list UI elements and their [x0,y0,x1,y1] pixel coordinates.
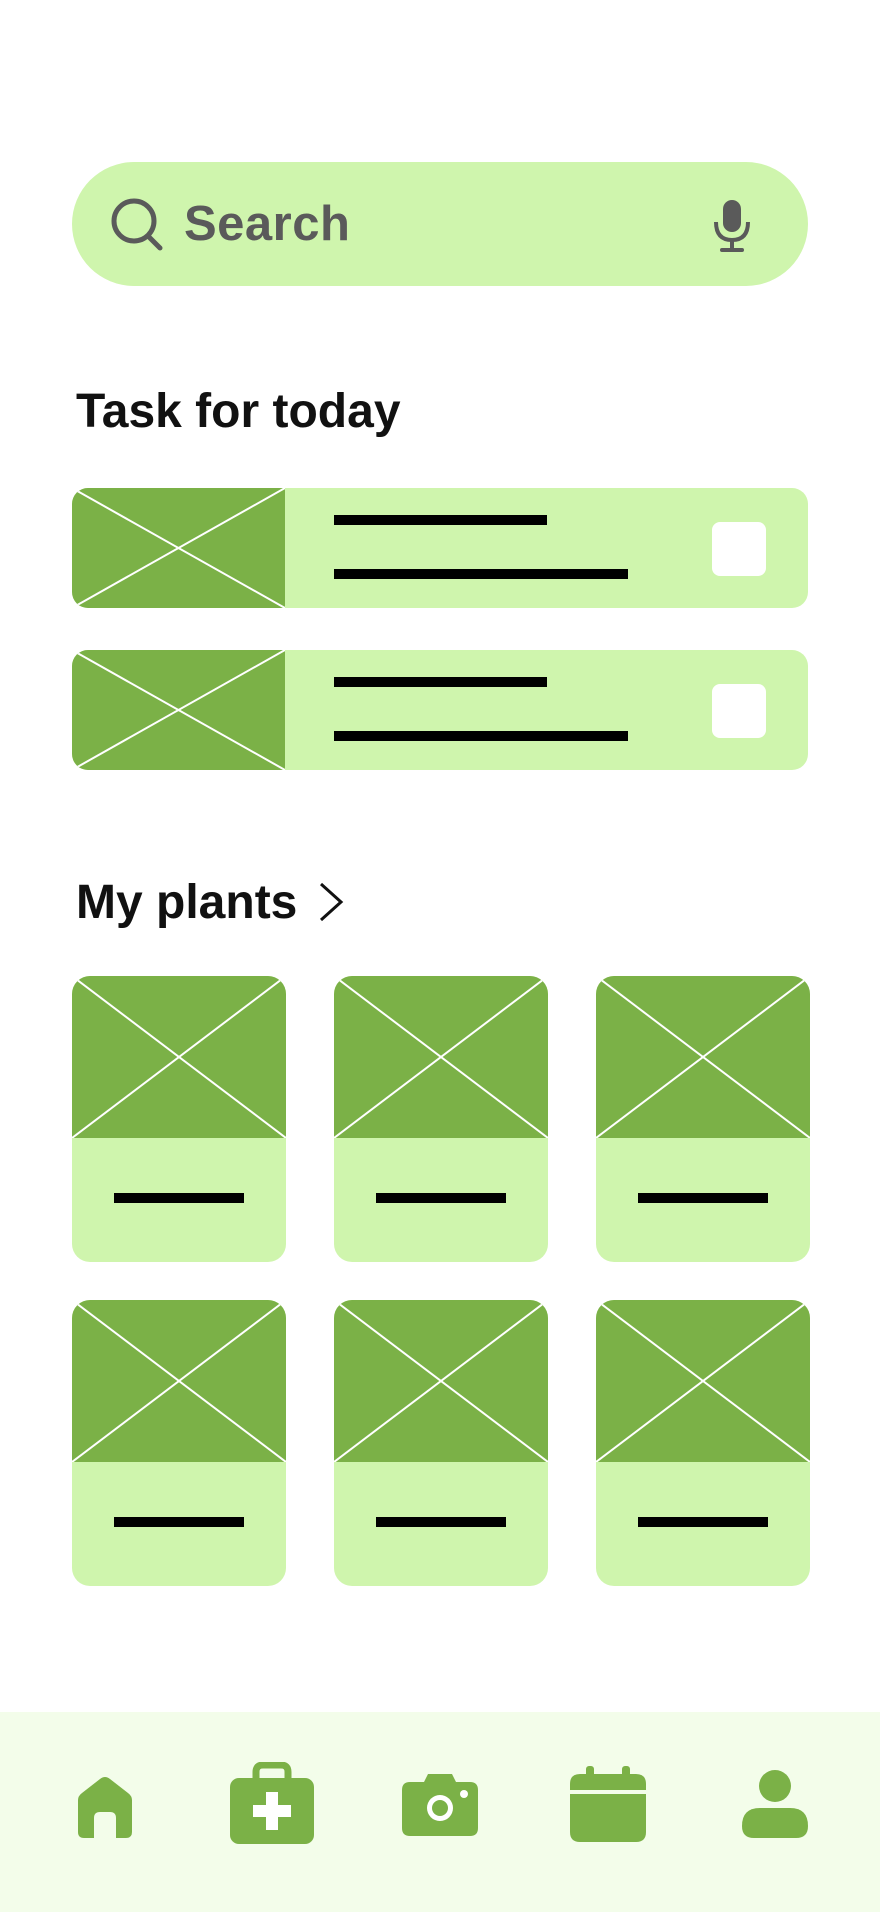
task-title-placeholder [334,677,547,687]
plant-image-placeholder [334,976,548,1138]
plant-name-placeholder [376,1517,506,1527]
plant-image-placeholder [72,1300,286,1462]
task-item[interactable] [72,488,808,608]
plant-name-placeholder [114,1517,244,1527]
bottom-nav [0,1712,880,1912]
tasks-section-title: Task for today [76,385,401,438]
home-icon[interactable] [74,1774,136,1840]
plant-image-placeholder [596,1300,810,1462]
task-image-placeholder [72,650,285,770]
plant-name-placeholder [376,1193,506,1203]
plant-name-placeholder [638,1517,768,1527]
plant-image-placeholder [72,976,286,1138]
plant-card[interactable] [334,1300,548,1586]
plant-card[interactable] [596,1300,810,1586]
chevron-right-icon[interactable] [317,880,345,924]
plant-name-placeholder [638,1193,768,1203]
camera-icon[interactable] [402,1772,478,1836]
task-checkbox[interactable] [712,684,766,738]
plant-card[interactable] [72,976,286,1262]
task-title-placeholder [334,515,547,525]
plant-card[interactable] [596,976,810,1262]
search-bar[interactable]: Search [72,162,808,286]
task-item[interactable] [72,650,808,770]
plant-image-placeholder [334,1300,548,1462]
search-input[interactable]: Search [184,162,350,286]
task-image-placeholder [72,488,285,608]
plants-section-title: My plants [76,875,298,929]
plants-section-header[interactable]: My plants [76,870,345,934]
profile-icon[interactable] [740,1770,810,1838]
task-subtitle-placeholder [334,731,628,741]
plant-name-placeholder [114,1193,244,1203]
calendar-icon[interactable] [570,1766,646,1842]
task-checkbox[interactable] [712,522,766,576]
plant-card[interactable] [72,1300,286,1586]
microphone-icon[interactable] [706,198,758,254]
plant-image-placeholder [596,976,810,1138]
first-aid-kit-icon[interactable] [228,1762,316,1846]
task-subtitle-placeholder [334,569,628,579]
plant-card[interactable] [334,976,548,1262]
search-icon [111,198,163,251]
